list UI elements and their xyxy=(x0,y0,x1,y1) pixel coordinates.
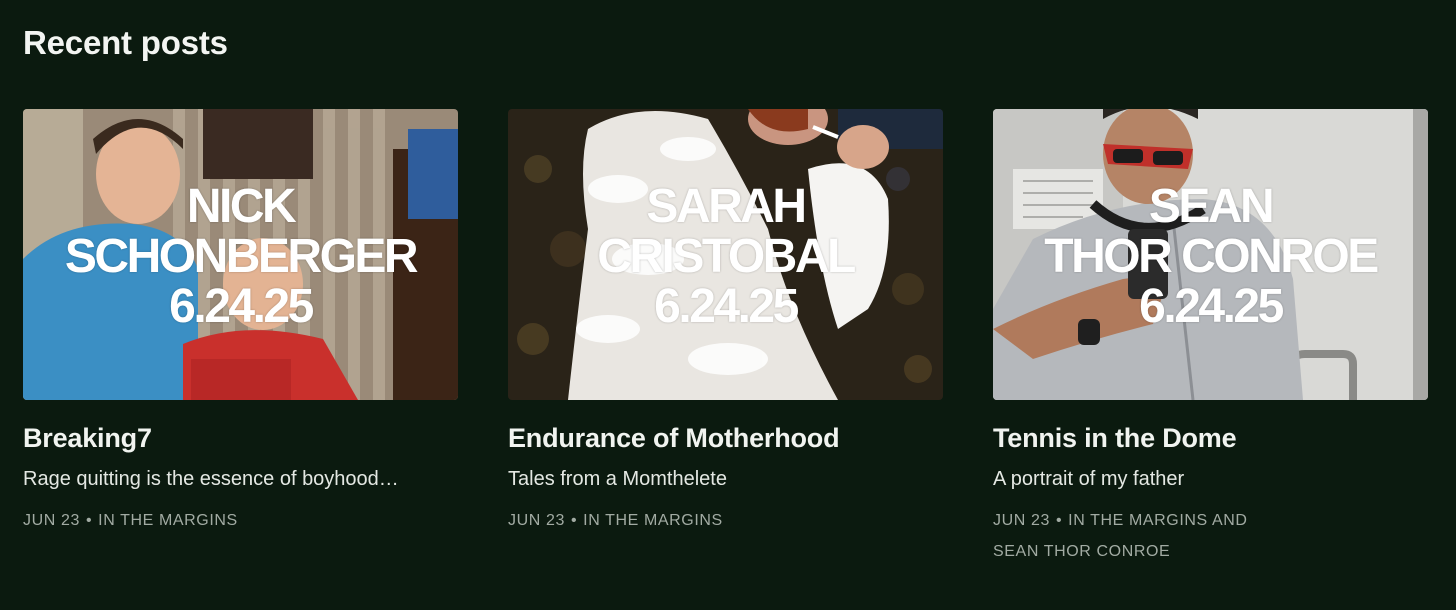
overlay-line: CRISTOBAL xyxy=(597,229,856,283)
meta-separator: • xyxy=(1055,512,1063,529)
overlay-line: SARAH xyxy=(646,179,807,233)
thumbnail-overlay-text: NICK SCHONBERGER 6.24.25 xyxy=(23,109,458,400)
post-subtitle: A portrait of my father xyxy=(993,468,1185,490)
post-meta: JUN 23 • IN THE MARGINS xyxy=(508,505,808,536)
thumbnail-overlay-text: SARAH CRISTOBAL 6.24.25 xyxy=(508,109,943,400)
meta-separator: • xyxy=(570,512,578,529)
post-meta: JUN 23 • IN THE MARGINS AND SEAN THOR CONRO… xyxy=(993,505,1293,567)
post-meta: JUN 23 • IN THE MARGINS xyxy=(23,505,323,536)
overlay-line: 6.24.25 xyxy=(169,279,314,333)
post-card-endurance-of-motherhood[interactable]: SARAH CRISTOBAL 6.24.25 Endurance of Mot… xyxy=(508,109,943,567)
post-subtitle: Tales from a Momthelete xyxy=(508,468,727,490)
post-date: JUN 23 xyxy=(993,512,1050,529)
overlay-line: 6.24.25 xyxy=(654,279,799,333)
post-title[interactable]: Endurance of Motherhood xyxy=(508,423,943,454)
post-thumbnail[interactable]: SARAH CRISTOBAL 6.24.25 xyxy=(508,109,943,400)
post-card-breaking7[interactable]: NICK SCHONBERGER 6.24.25 Breaking7 Rage … xyxy=(23,109,458,567)
post-byline[interactable]: IN THE MARGINS xyxy=(583,512,723,529)
overlay-line: 6.24.25 xyxy=(1139,279,1284,333)
post-byline[interactable]: IN THE MARGINS AND xyxy=(1068,512,1247,529)
post-title[interactable]: Tennis in the Dome xyxy=(993,423,1428,454)
section-title: Recent posts xyxy=(23,24,228,61)
post-date: JUN 23 xyxy=(508,512,565,529)
overlay-line: NICK xyxy=(186,179,297,233)
post-thumbnail[interactable]: SEAN THOR CONROE 6.24.25 xyxy=(993,109,1428,400)
meta-separator: • xyxy=(85,512,93,529)
overlay-line: SCHONBERGER xyxy=(64,229,419,283)
post-thumbnail[interactable]: NICK SCHONBERGER 6.24.25 xyxy=(23,109,458,400)
overlay-line: THOR CONROE xyxy=(1044,229,1379,283)
post-title[interactable]: Breaking7 xyxy=(23,423,458,454)
post-byline[interactable]: IN THE MARGINS xyxy=(98,512,238,529)
post-subtitle: Rage quitting is the essence of boyhood… xyxy=(23,468,399,490)
post-date: JUN 23 xyxy=(23,512,80,529)
post-byline-author[interactable]: SEAN THOR CONROE xyxy=(993,543,1170,560)
post-card-tennis-in-the-dome[interactable]: SEAN THOR CONROE 6.24.25 Tennis in the D… xyxy=(993,109,1428,567)
overlay-line: SEAN xyxy=(1148,179,1275,233)
thumbnail-overlay-text: SEAN THOR CONROE 6.24.25 xyxy=(993,109,1428,400)
recent-posts-list: NICK SCHONBERGER 6.24.25 Breaking7 Rage … xyxy=(23,109,1428,567)
